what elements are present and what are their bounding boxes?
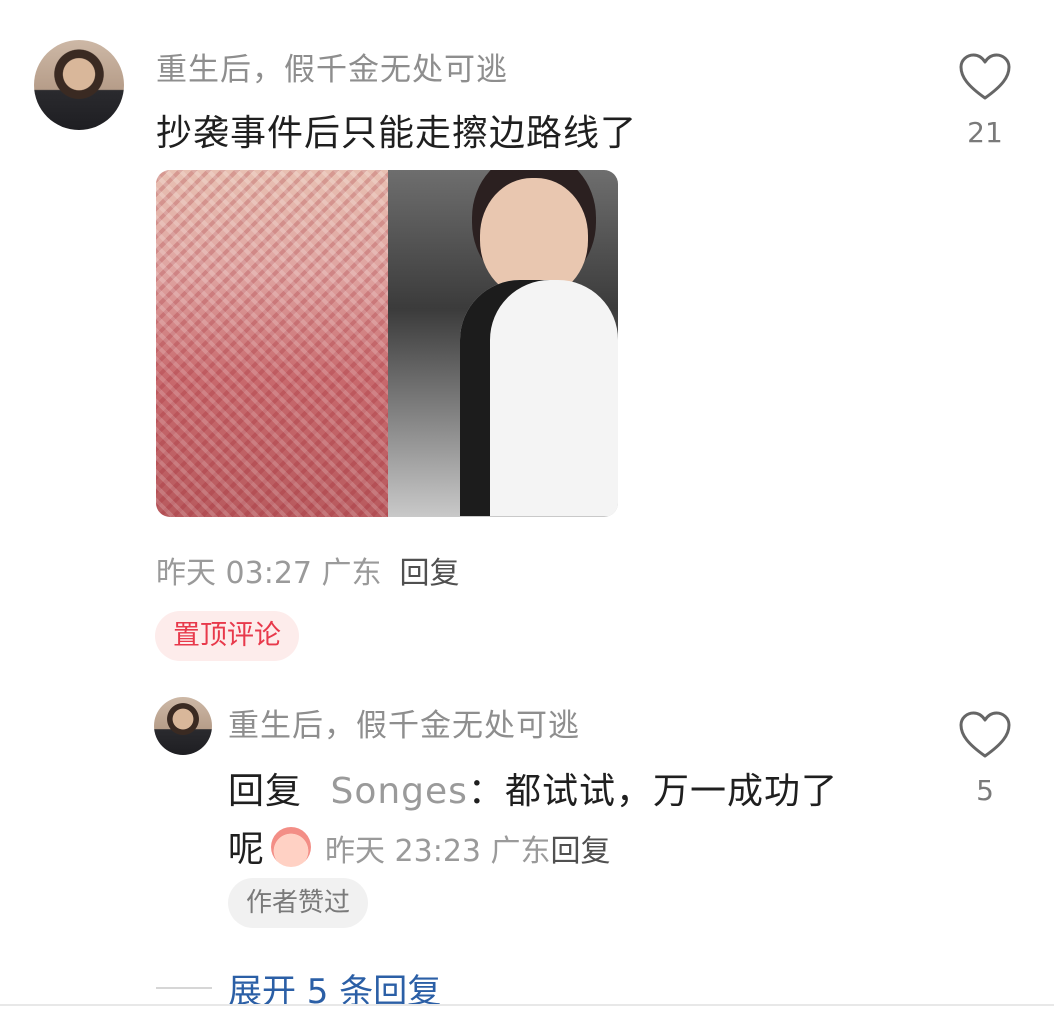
comment-time: 昨天 03:27 广东 — [156, 556, 382, 591]
comment-like-button[interactable] — [958, 52, 1012, 102]
reply-text-line2: 呢 — [228, 829, 266, 870]
reply-colon: ： — [467, 771, 505, 812]
peach-emoji-icon — [271, 827, 312, 867]
reply-reply-button[interactable]: 回复 — [551, 834, 611, 869]
reply-target-user[interactable]: Songes — [330, 771, 467, 812]
author-liked-badge: 作者赞过 — [228, 878, 369, 928]
comment-text: 抄袭事件后只能走擦边路线了 — [156, 113, 638, 154]
expand-divider — [156, 987, 212, 989]
reply-like-button[interactable] — [958, 710, 1012, 760]
reply-like-count: 5 — [976, 774, 994, 807]
comment-reply-button[interactable]: 回复 — [400, 556, 460, 591]
reply-text-line2-row: 呢 昨天 23:23 广东回复 — [228, 820, 611, 872]
image-right-panel — [388, 170, 618, 517]
bottom-border — [0, 1004, 1054, 1006]
reply-author-avatar[interactable] — [154, 697, 212, 755]
reply-text-line1: 回复 Songes：都试试，万一成功了 — [228, 762, 838, 814]
reply-prefix: 回复 — [228, 771, 303, 812]
image-left-panel — [156, 170, 388, 517]
reply-text-main: 都试试，万一成功了 — [504, 771, 838, 812]
comment-image[interactable] — [156, 170, 618, 517]
heart-icon — [959, 711, 1011, 758]
reply-author-name[interactable]: 重生后，假千金无处可逃 — [228, 700, 580, 745]
heart-icon — [959, 53, 1011, 100]
comment-author-avatar[interactable] — [34, 40, 124, 130]
comment-meta: 昨天 03:27 广东 回复 — [156, 548, 460, 592]
reply-time: 昨天 23:23 广东 — [325, 834, 551, 869]
comment-like-count: 21 — [967, 116, 1003, 149]
pinned-comment-badge: 置顶评论 — [155, 611, 299, 661]
comment-author-name[interactable]: 重生后，假千金无处可逃 — [156, 44, 508, 89]
